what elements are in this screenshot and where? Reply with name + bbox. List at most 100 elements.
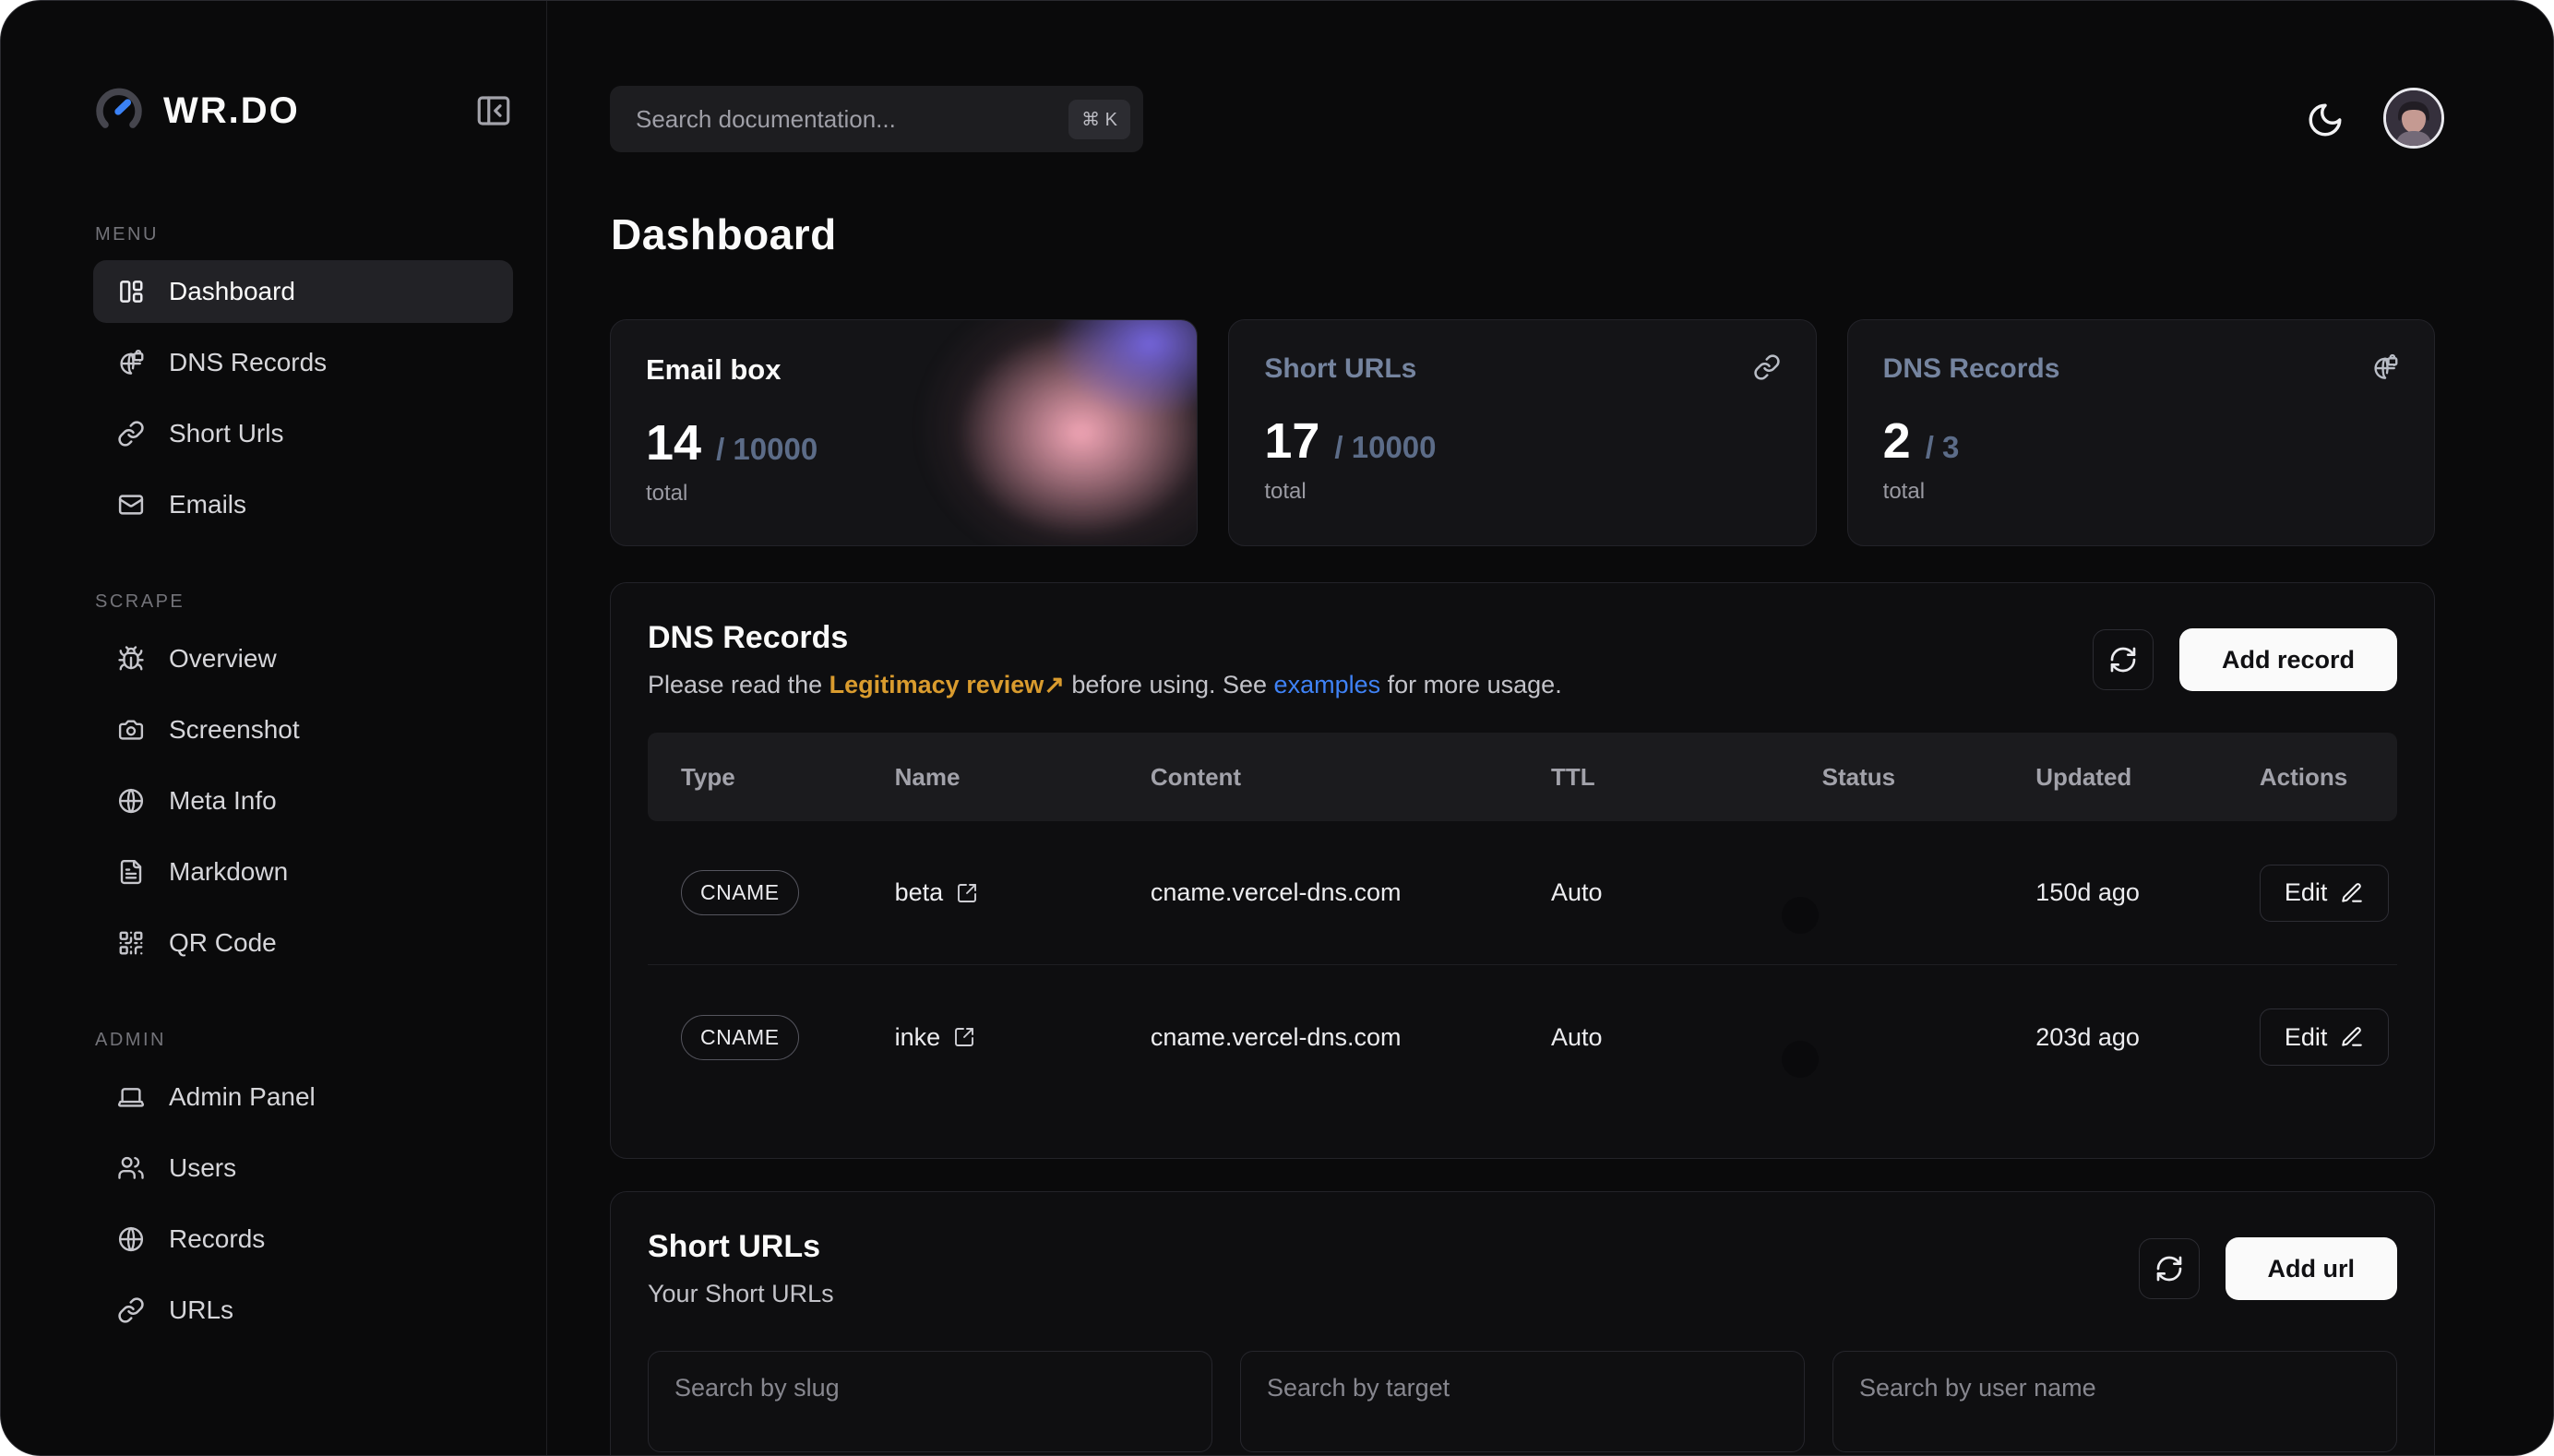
refresh-button[interactable] <box>2093 629 2154 690</box>
sidebar-item-urls[interactable]: URLs <box>93 1279 513 1342</box>
stat-limit: / 10000 <box>1334 430 1436 465</box>
table-row: CNAME inke cname.vercel-dns.com Auto 203… <box>648 965 2397 1109</box>
short-urls-panel: Short URLs Your Short URLs Add url <box>610 1191 2435 1456</box>
stat-limit: / 3 <box>1926 430 1960 465</box>
user-name-search-input[interactable] <box>1859 1374 2370 1402</box>
globe-icon <box>117 787 145 815</box>
sidebar-item-label: Emails <box>169 490 246 519</box>
sidebar-item-users[interactable]: Users <box>93 1137 513 1199</box>
sidebar-item-label: Records <box>169 1224 265 1254</box>
search-input[interactable] <box>636 105 1068 134</box>
sidebar-item-dns-records[interactable]: DNS Records <box>93 331 513 394</box>
users-icon <box>117 1154 145 1182</box>
table-row: CNAME beta cname.vercel-dns.com Auto 150… <box>648 821 2397 965</box>
examples-link[interactable]: examples <box>1274 671 1381 698</box>
refresh-button[interactable] <box>2139 1238 2200 1299</box>
laptop-icon <box>117 1083 145 1111</box>
record-content: cname.vercel-dns.com <box>1151 878 1551 907</box>
stat-caption: total <box>1883 479 2399 505</box>
brand-name: WR.DO <box>163 90 300 132</box>
description-text: for more usage. <box>1380 671 1562 698</box>
shortcut-kbd: ⌘ K <box>1068 100 1130 139</box>
sidebar-item-markdown[interactable]: Markdown <box>93 841 513 903</box>
target-search-input[interactable] <box>1267 1374 1778 1402</box>
stat-cards: Email box 14 / 10000 total Short URLs 17… <box>610 319 2435 546</box>
sidebar-item-screenshot[interactable]: Screenshot <box>93 698 513 761</box>
sidebar-item-qr-code[interactable]: QR Code <box>93 912 513 974</box>
sidebar-item-records[interactable]: Records <box>93 1208 513 1271</box>
description-text: before using. See <box>1065 671 1274 698</box>
table-header: Type Name Content TTL Status Updated Act… <box>648 733 2397 821</box>
app-window: WR.DO MENU Dashboard DN <box>0 0 2554 1456</box>
panel-left-close-icon[interactable] <box>474 91 513 130</box>
edit-record-button[interactable]: Edit <box>2260 865 2390 922</box>
sidebar-item-emails[interactable]: Emails <box>93 473 513 536</box>
refresh-icon <box>2154 1254 2184 1283</box>
menu-section-label: MENU <box>95 224 513 245</box>
sidebar-item-label: QR Code <box>169 928 277 958</box>
edit-record-button[interactable]: Edit <box>2260 1008 2390 1066</box>
refresh-icon <box>2108 645 2138 674</box>
bug-icon <box>117 645 145 673</box>
moon-icon <box>2306 101 2345 139</box>
edit-label: Edit <box>2285 1023 2328 1052</box>
record-name-link[interactable]: inke <box>895 1023 1151 1052</box>
external-link-icon <box>953 1026 975 1048</box>
sidebar-item-overview[interactable]: Overview <box>93 627 513 690</box>
dns-records-panel: DNS Records Please read the Legitimacy r… <box>610 582 2435 1159</box>
stat-card-email-box: Email box 14 / 10000 total <box>610 319 1198 546</box>
pencil-icon <box>2340 881 2364 905</box>
panel-subtitle: Your Short URLs <box>648 1280 834 1308</box>
panel-title: Short URLs <box>648 1229 834 1265</box>
sidebar-item-meta-info[interactable]: Meta Info <box>93 770 513 832</box>
documentation-search[interactable]: ⌘ K <box>610 86 1143 152</box>
link-icon <box>117 420 145 448</box>
sidebar-item-label: Screenshot <box>169 715 300 745</box>
brand-row: WR.DO <box>93 82 513 139</box>
record-name-link[interactable]: beta <box>895 878 1151 907</box>
record-type-badge: CNAME <box>681 1015 799 1060</box>
sidebar-item-label: Admin Panel <box>169 1082 316 1112</box>
sidebar: WR.DO MENU Dashboard DN <box>1 1 547 1455</box>
stat-caption: total <box>1264 479 1780 505</box>
camera-icon <box>117 716 145 744</box>
column-header-type: Type <box>681 763 895 792</box>
column-header-updated: Updated <box>2035 763 2260 792</box>
qr-code-icon <box>117 929 145 957</box>
stat-limit: / 10000 <box>716 432 818 467</box>
slug-search-input[interactable] <box>674 1374 1186 1402</box>
stat-value: 2 <box>1883 412 1911 470</box>
external-link-icon <box>956 882 978 904</box>
user-avatar[interactable] <box>2383 88 2444 149</box>
url-filters <box>648 1351 2397 1452</box>
sidebar-item-dashboard[interactable]: Dashboard <box>93 260 513 323</box>
stat-card-title: Email box <box>646 353 1162 387</box>
link-icon <box>117 1296 145 1324</box>
link-icon <box>1753 353 1781 381</box>
target-search-box[interactable] <box>1240 1351 1805 1452</box>
sidebar-item-label: DNS Records <box>169 348 327 377</box>
sidebar-item-short-urls[interactable]: Short Urls <box>93 402 513 465</box>
column-header-name: Name <box>895 763 1151 792</box>
scrape-section-label: SCRAPE <box>95 591 513 613</box>
sidebar-item-admin-panel[interactable]: Admin Panel <box>93 1066 513 1128</box>
column-header-content: Content <box>1151 763 1551 792</box>
legitimacy-review-link[interactable]: Legitimacy review↗ <box>829 671 1065 698</box>
panel-title: DNS Records <box>648 620 1562 656</box>
column-header-actions: Actions <box>2260 763 2364 792</box>
record-updated: 203d ago <box>2035 1023 2260 1052</box>
sidebar-item-label: Meta Info <box>169 786 277 816</box>
add-url-button[interactable]: Add url <box>2226 1237 2398 1300</box>
edit-label: Edit <box>2285 878 2328 907</box>
globe-lock-icon <box>117 349 145 376</box>
record-ttl: Auto <box>1551 1023 1822 1052</box>
gauge-logo-icon <box>93 85 145 137</box>
theme-toggle-button[interactable] <box>2302 97 2348 143</box>
record-updated: 150d ago <box>2035 878 2260 907</box>
record-type-badge: CNAME <box>681 870 799 915</box>
user-name-search-box[interactable] <box>1832 1351 2397 1452</box>
add-record-button[interactable]: Add record <box>2179 628 2397 691</box>
slug-search-box[interactable] <box>648 1351 1212 1452</box>
sidebar-item-label: URLs <box>169 1295 233 1325</box>
record-name: beta <box>895 878 944 907</box>
